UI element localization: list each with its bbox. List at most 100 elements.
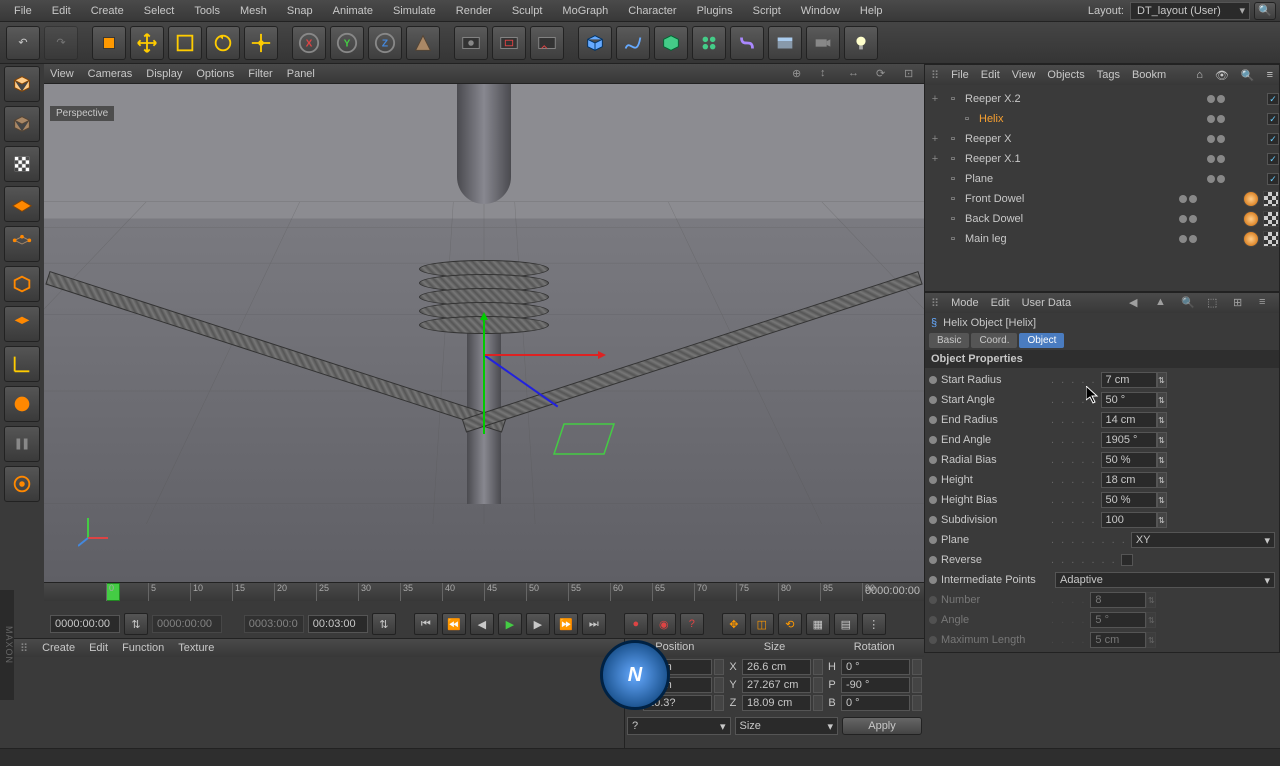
anim-dot[interactable]	[929, 376, 937, 384]
vp-nav-icon[interactable]: ↔	[848, 67, 862, 81]
render-view-icon[interactable]	[454, 26, 488, 60]
polygon-mode-icon[interactable]	[4, 306, 40, 342]
size-input[interactable]: 18.09 cm	[742, 695, 811, 711]
menu-mograph[interactable]: MoGraph	[552, 5, 618, 17]
render-region-icon[interactable]	[492, 26, 526, 60]
visibility-dots[interactable]	[1207, 115, 1267, 123]
next-key-icon[interactable]: ⏩	[554, 613, 578, 635]
om-menu-objects[interactable]: Objects	[1047, 69, 1084, 81]
light-icon[interactable]	[844, 26, 878, 60]
move-tool-icon[interactable]	[130, 26, 164, 60]
visibility-dots[interactable]	[1179, 235, 1239, 243]
render-settings-icon[interactable]	[530, 26, 564, 60]
frame-field-a[interactable]: 0000:00:00	[50, 615, 120, 633]
key-param-icon[interactable]: ▦	[806, 613, 830, 635]
visibility-dots[interactable]	[1179, 195, 1239, 203]
scale-tool-icon[interactable]	[168, 26, 202, 60]
menu-select[interactable]: Select	[134, 5, 185, 17]
om-home-icon[interactable]: ⌂	[1196, 69, 1203, 81]
environment-icon[interactable]	[768, 26, 802, 60]
edge-mode-icon[interactable]	[4, 266, 40, 302]
key-scale-icon[interactable]: ◫	[750, 613, 774, 635]
axis-mode-icon[interactable]	[4, 346, 40, 382]
mm-create[interactable]: Create	[42, 642, 75, 654]
tree-row[interactable]: ▫Front Dowel	[925, 189, 1279, 209]
stepper-icon[interactable]	[912, 677, 922, 693]
plane-dropdown[interactable]: XY	[1131, 532, 1275, 548]
prev-key-icon[interactable]: ⏪	[442, 613, 466, 635]
prop-value-input[interactable]: 100	[1101, 512, 1157, 528]
visibility-dots[interactable]	[1207, 175, 1267, 183]
tweak-mode-icon[interactable]	[4, 386, 40, 422]
x-axis-icon[interactable]: X	[292, 26, 326, 60]
select-tool-icon[interactable]	[92, 26, 126, 60]
texture-mode-icon[interactable]	[4, 146, 40, 182]
object-name[interactable]: Reeper X	[965, 133, 1207, 145]
object-name[interactable]: Reeper X.1	[965, 153, 1207, 165]
goto-end-icon[interactable]: ⏭	[582, 613, 606, 635]
tree-row[interactable]: ▫Main leg	[925, 229, 1279, 249]
stepper-icon[interactable]: ⇅	[1157, 412, 1167, 428]
am-lock-icon[interactable]: ⬚	[1207, 296, 1221, 310]
stepper-icon[interactable]	[912, 659, 922, 675]
prop-value-input[interactable]: 50 %	[1101, 452, 1157, 468]
object-name[interactable]: Plane	[965, 173, 1207, 185]
model-mode-icon[interactable]	[4, 106, 40, 142]
menu-help[interactable]: Help	[850, 5, 893, 17]
object-name[interactable]: Main leg	[965, 233, 1179, 245]
goto-start-icon[interactable]: ⏮	[414, 613, 438, 635]
tree-row[interactable]: +▫Reeper X✓	[925, 129, 1279, 149]
camera-icon[interactable]	[806, 26, 840, 60]
tree-row[interactable]: +▫Reeper X.1✓	[925, 149, 1279, 169]
size-input[interactable]: 27.267 cm	[742, 677, 811, 693]
vp-menu-filter[interactable]: Filter	[248, 68, 272, 80]
undo-icon[interactable]: ↶	[6, 26, 40, 60]
am-search-icon[interactable]: 🔍	[1181, 296, 1195, 310]
vp-menu-options[interactable]: Options	[196, 68, 234, 80]
om-menu-bookmarks[interactable]: Bookm	[1132, 69, 1166, 81]
stepper-icon[interactable]	[813, 677, 823, 693]
grip-icon[interactable]: ⠿	[20, 642, 28, 655]
rotate-tool-icon[interactable]	[206, 26, 240, 60]
prev-frame-icon[interactable]: ◀	[470, 613, 494, 635]
next-frame-icon[interactable]: ▶	[526, 613, 550, 635]
nurbs-icon[interactable]	[654, 26, 688, 60]
stepper-icon[interactable]	[813, 695, 823, 711]
stepper-icon[interactable]: ⇅	[1157, 472, 1167, 488]
object-name[interactable]: Back Dowel	[965, 213, 1179, 225]
stepper-icon[interactable]: ⇅	[1157, 392, 1167, 408]
menu-character[interactable]: Character	[618, 5, 686, 17]
stepper-icon[interactable]	[714, 695, 724, 711]
gizmo-y-axis[interactable]	[483, 314, 485, 434]
key-pos-icon[interactable]: ✥	[722, 613, 746, 635]
prop-value-input[interactable]: 50 °	[1101, 392, 1157, 408]
grip-icon[interactable]: ⠿	[931, 297, 939, 310]
stepper-icon[interactable]: ⇅	[372, 613, 396, 635]
timeline-ruler[interactable]: 051015202530354045505560657075808590	[44, 583, 924, 601]
rotation-input[interactable]: 0 °	[841, 695, 910, 711]
om-menu-file[interactable]: File	[951, 69, 969, 81]
visibility-dots[interactable]	[1207, 95, 1267, 103]
prop-value-input[interactable]: 1905 °	[1101, 432, 1157, 448]
stepper-icon[interactable]	[714, 659, 724, 675]
prop-value-input[interactable]: 18 cm	[1101, 472, 1157, 488]
point-mode-icon[interactable]	[4, 226, 40, 262]
array-icon[interactable]	[692, 26, 726, 60]
autokey-icon[interactable]: ◉	[652, 613, 676, 635]
stepper-icon[interactable]	[912, 695, 922, 711]
enable-checkbox[interactable]: ✓	[1267, 173, 1279, 185]
vp-menu-panel[interactable]: Panel	[287, 68, 315, 80]
rotation-input[interactable]: -90 °	[841, 677, 910, 693]
menu-file[interactable]: File	[4, 5, 42, 17]
tree-row[interactable]: +▫Reeper X.2✓	[925, 89, 1279, 109]
anim-dot[interactable]	[929, 576, 937, 584]
enable-checkbox[interactable]: ✓	[1267, 113, 1279, 125]
anim-dot[interactable]	[929, 536, 937, 544]
mm-function[interactable]: Function	[122, 642, 164, 654]
expand-icon[interactable]: +	[929, 133, 941, 145]
vp-nav-icon[interactable]: ↕	[820, 67, 834, 81]
object-name[interactable]: Reeper X.2	[965, 93, 1207, 105]
om-menu-tags[interactable]: Tags	[1097, 69, 1120, 81]
prop-value-input[interactable]: 50 %	[1101, 492, 1157, 508]
redo-icon[interactable]: ↷	[44, 26, 78, 60]
